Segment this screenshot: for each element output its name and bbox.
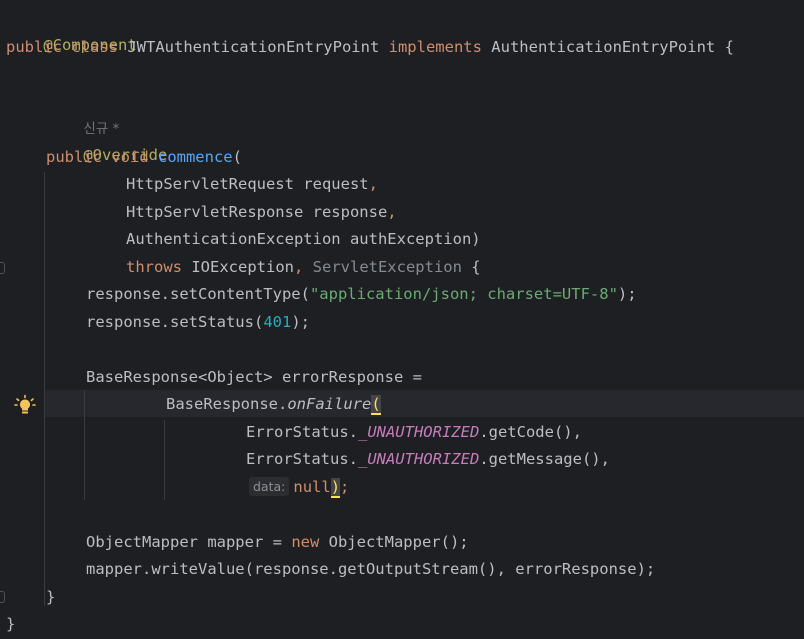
- code-text: BaseResponse<Object> errorResponse =: [86, 368, 422, 386]
- static-field: _UNAUTHORIZED: [357, 450, 480, 468]
- code-text: ErrorStatus.: [246, 450, 358, 468]
- code-line-param-1[interactable]: HttpServletRequest request,: [126, 171, 378, 197]
- indent-guide: [164, 420, 165, 500]
- code-line-2[interactable]: public class JWTAuthenticationEntryPoint…: [6, 34, 734, 60]
- code-line-object-mapper[interactable]: ObjectMapper mapper = new ObjectMapper()…: [86, 529, 469, 555]
- current-line-highlight: [44, 390, 804, 417]
- fold-marker-icon[interactable]: [0, 591, 5, 603]
- code-text: .getMessage(),: [479, 450, 610, 468]
- code-line-throws[interactable]: throws IOException, ServletException {: [126, 254, 481, 280]
- code-text: ErrorStatus.: [246, 423, 358, 441]
- punctuation: {: [461, 258, 481, 276]
- code-line-class-close[interactable]: }: [6, 611, 15, 637]
- code-editor[interactable]: @Component public class JWTAuthenticatio…: [0, 0, 804, 639]
- code-line-param-3[interactable]: AuthenticationException authException): [126, 226, 481, 252]
- code-line-method-decl[interactable]: public void commence(: [46, 144, 242, 170]
- code-text: response.setContentType(: [86, 285, 310, 303]
- param-text: HttpServletRequest request: [126, 175, 369, 193]
- exception-name: IOException: [191, 258, 294, 276]
- code-text: .getCode(),: [479, 423, 582, 441]
- param-text: AuthenticationException authException): [126, 230, 481, 248]
- param-text: HttpServletResponse response: [126, 203, 388, 221]
- matched-paren-close: ): [330, 478, 341, 498]
- code-line-on-failure[interactable]: BaseResponse.onFailure(: [166, 391, 381, 417]
- code-line-get-message[interactable]: ErrorStatus._UNAUTHORIZED.getMessage(),: [246, 446, 610, 472]
- code-text: ObjectMapper mapper =: [86, 533, 292, 551]
- lightbulb-icon[interactable]: [14, 394, 36, 416]
- class-name: JWTAuthenticationEntryPoint: [127, 38, 389, 56]
- interface-name: AuthenticationEntryPoint {: [491, 38, 734, 56]
- code-line-data-null[interactable]: data: null);: [249, 474, 349, 500]
- comma: ,: [368, 175, 378, 193]
- code-text: response.setStatus(: [86, 313, 264, 331]
- number-literal: 401: [263, 313, 292, 331]
- method-name: commence: [157, 148, 233, 166]
- code-text: ObjectMapper();: [328, 533, 469, 551]
- code-line-error-response[interactable]: BaseResponse<Object> errorResponse =: [86, 364, 422, 390]
- comma: ,: [293, 258, 313, 276]
- code-line-1[interactable]: @Component: [6, 6, 136, 54]
- code-line-usage[interactable]: 신규 *: [46, 89, 119, 137]
- keyword: throws: [126, 258, 192, 276]
- code-line-method-close[interactable]: }: [46, 584, 55, 610]
- keyword: public void: [46, 148, 158, 166]
- keyword: implements: [388, 38, 492, 56]
- code-text: );: [291, 313, 310, 331]
- comma: ,: [387, 203, 397, 221]
- code-line-set-status[interactable]: response.setStatus(401);: [86, 309, 310, 335]
- semicolon: ;: [340, 478, 350, 496]
- code-line-get-code[interactable]: ErrorStatus._UNAUTHORIZED.getCode(),: [246, 419, 582, 445]
- closing-brace: }: [6, 615, 16, 633]
- closing-brace: }: [46, 588, 56, 606]
- code-line-set-content-type[interactable]: response.setContentType("application/jso…: [86, 281, 637, 307]
- keyword-null: null: [293, 478, 331, 496]
- keyword-new: new: [291, 533, 329, 551]
- parameter-name-hint: data:: [249, 477, 290, 496]
- code-line-write-value[interactable]: mapper.writeValue(response.getOutputStre…: [86, 556, 655, 582]
- indent-guide: [84, 390, 85, 500]
- code-line-override[interactable]: @Override: [46, 116, 167, 164]
- code-line-param-2[interactable]: HttpServletResponse response,: [126, 199, 397, 225]
- code-text: );: [617, 285, 637, 303]
- punctuation: (: [232, 148, 242, 166]
- keyword: public class: [6, 38, 128, 56]
- fold-marker-icon[interactable]: [0, 262, 5, 274]
- indent-guide: [44, 172, 45, 606]
- static-field: _UNAUTHORIZED: [357, 423, 480, 441]
- exception-name-unused: ServletException: [312, 258, 462, 276]
- string-literal: "application/json; charset=UTF-8": [309, 285, 618, 303]
- static-method-call: onFailure: [287, 395, 372, 413]
- code-text: mapper.writeValue(response.getOutputStre…: [86, 560, 656, 578]
- code-text: BaseResponse.: [166, 395, 288, 413]
- matched-paren-open: (: [371, 395, 381, 415]
